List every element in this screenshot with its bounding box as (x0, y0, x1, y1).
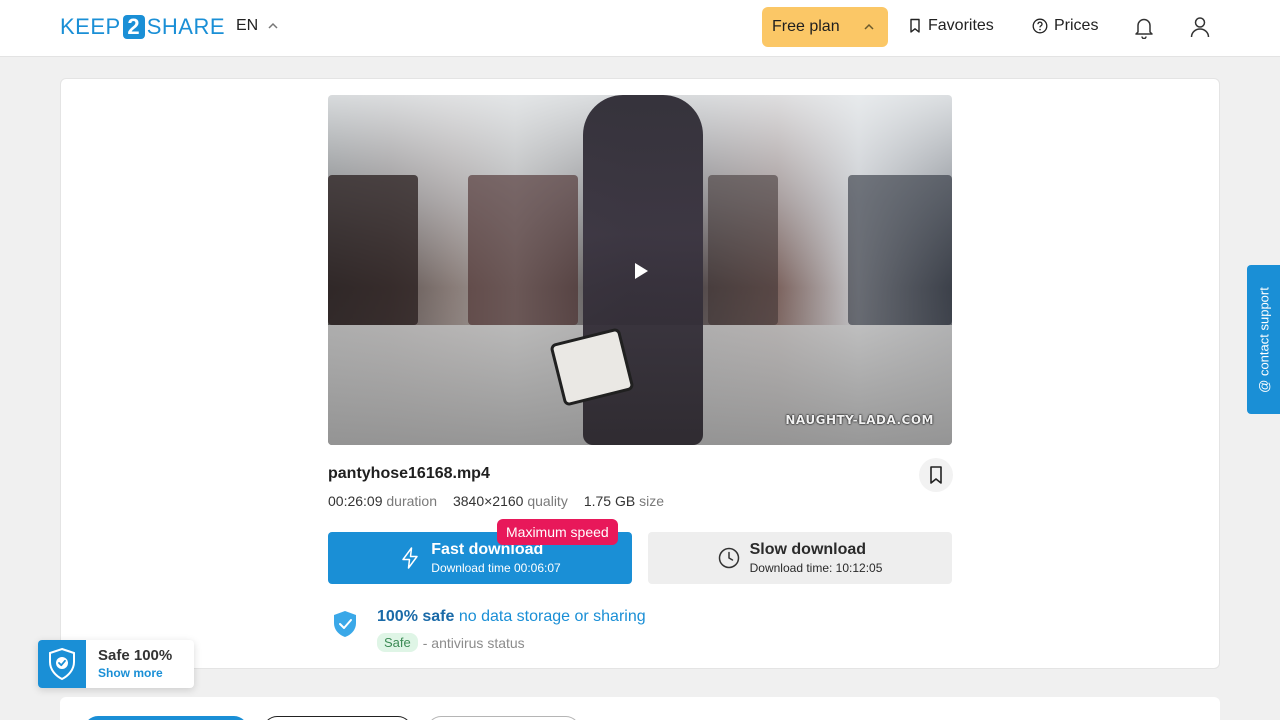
duration-info: 00:26:09 duration (328, 493, 437, 509)
lightning-icon (402, 547, 419, 569)
size-info: 1.75 GB size (584, 493, 664, 509)
language-label: EN (236, 17, 259, 34)
video-scene-rack (708, 175, 778, 325)
fast-download-time: Download time 00:06:07 (431, 561, 561, 575)
safe-widget-text: Safe 100% Show more (86, 640, 172, 688)
keep2share-logo[interactable]: KEEP 2 SHARE (60, 14, 225, 40)
top-header: KEEP 2 SHARE EN Free plan Favorites Pric… (0, 0, 1280, 57)
favorites-link[interactable]: Favorites (908, 17, 994, 35)
bottom-tab[interactable] (427, 716, 580, 720)
video-watermark: NAUGHTY-LADA.COM (785, 413, 934, 427)
file-name: pantyhose16168.mp4 (328, 465, 490, 482)
video-scene-rack (468, 175, 578, 325)
bell-icon[interactable] (1133, 15, 1155, 39)
show-more-link[interactable]: Show more (98, 666, 172, 680)
safe-status-badge: Safe (377, 633, 418, 652)
shield-check-icon (49, 647, 75, 681)
bottom-tab-active[interactable] (84, 716, 248, 720)
shield-check-icon (334, 611, 356, 637)
safety-title-strong: 100% safe (377, 608, 455, 625)
chevron-up-icon (864, 23, 874, 30)
safety-title: 100% safe no data storage or sharing (377, 608, 646, 626)
add-favorite-button[interactable] (919, 458, 953, 492)
help-circle-icon (1032, 18, 1048, 34)
size-value: 1.75 GB (583, 493, 636, 509)
favorites-label: Favorites (928, 17, 994, 34)
clock-icon (718, 547, 739, 569)
video-scene-rack (328, 175, 418, 325)
maximum-speed-badge: Maximum speed (497, 519, 618, 545)
bookmark-icon (910, 18, 920, 33)
contact-support-tab[interactable]: @ contact support (1247, 265, 1280, 414)
user-icon[interactable] (1189, 15, 1211, 39)
quality-label: quality (527, 493, 568, 509)
fast-download-text: Fast download Download time 00:06:07 (431, 541, 560, 575)
language-selector[interactable]: EN (236, 17, 278, 35)
size-label: size (639, 493, 664, 509)
safe-widget-title: Safe 100% (98, 647, 173, 664)
play-icon[interactable] (633, 262, 649, 280)
plan-dropdown-button[interactable]: Free plan (762, 7, 888, 47)
logo-text-right: SHARE (146, 14, 225, 39)
logo-text-left: KEEP (60, 14, 121, 39)
video-scene-rack (848, 175, 952, 325)
duration-label: duration (386, 493, 437, 509)
slow-download-text: Slow download Download time: 10:12:05 (750, 541, 883, 575)
antivirus-status: Safe - antivirus status (377, 633, 525, 652)
slow-download-title: Slow download (749, 541, 867, 558)
bottom-tab[interactable] (263, 716, 412, 720)
quality-value: 3840×2160 (452, 493, 524, 509)
safety-title-light: no data storage or sharing (458, 608, 646, 625)
file-meta: 00:26:09 duration 3840×2160 quality 1.75… (328, 493, 664, 509)
duration-value: 00:26:09 (328, 493, 383, 509)
video-player[interactable]: NAUGHTY-LADA.COM (328, 95, 952, 445)
safe-widget[interactable]: Safe 100% Show more (38, 640, 194, 688)
chevron-up-icon (268, 22, 278, 29)
prices-link[interactable]: Prices (1032, 17, 1098, 35)
quality-info: 3840×2160 quality (453, 493, 568, 509)
bookmark-icon (930, 466, 942, 484)
antivirus-status-text: - antivirus status (422, 634, 525, 651)
contact-support-label: @ contact support (1256, 286, 1271, 393)
prices-label: Prices (1054, 17, 1099, 34)
logo-number: 2 (122, 14, 145, 39)
safe-widget-shield (38, 640, 86, 688)
slow-download-button[interactable]: Slow download Download time: 10:12:05 (648, 532, 952, 584)
plan-label: Free plan (772, 18, 840, 35)
slow-download-time: Download time: 10:12:05 (749, 561, 883, 575)
